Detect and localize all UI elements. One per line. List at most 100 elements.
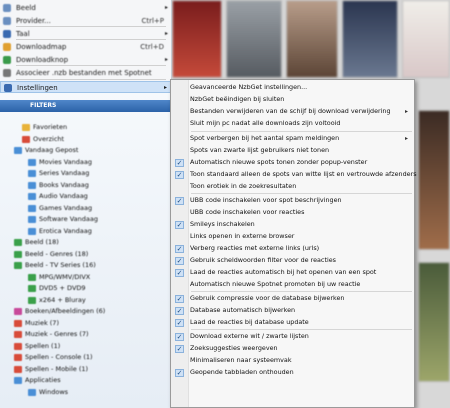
settings-menu-item[interactable]: ✓ Gebruik compressie voor de database bij… [171,293,414,305]
checkmark-icon: ✓ [175,244,184,253]
main-menu-item[interactable]: Downloadmap Ctrl+D [0,41,172,53]
filter-icon [28,170,36,177]
settings-menu-item[interactable]: ✓ UBB code inschakelen voor spot beschrij… [171,195,414,207]
filter-tree-item[interactable]: Erotica Vandaag [0,226,172,238]
filter-tree-item[interactable]: Muziek (7) [0,318,172,330]
settings-menu-item-label: UBB code inschakelen voor reacties [190,208,305,216]
main-menu-item[interactable]: Beeld ▸ [0,2,172,14]
filter-icon [14,342,22,350]
spot-thumbnail[interactable] [226,0,282,78]
settings-menu-item[interactable]: ✓ Verberg reacties met externe links (url… [171,243,414,255]
menu-item-icon [3,43,11,51]
filter-tree-item[interactable]: Beeld (18) [0,237,172,249]
filter-tree-item-label: Games Vandaag [39,203,93,212]
filter-tree-item-label: Muziek (7) [25,318,59,327]
menu-item-icon [3,56,11,64]
filter-icon [14,239,22,246]
main-menu: Beeld ▸ Provider... Ctrl+P Taal ▸ Downloadmap C… [0,0,172,93]
settings-menu-item-label: Gebruik scheldwoorden filter voor de rea… [190,256,336,264]
filter-tree-item[interactable]: Spellen - Mobile (1) [0,364,172,376]
settings-menu-item[interactable]: ✓ Geopende tabbladen onthouden [171,367,414,379]
settings-menu-item[interactable]: UBB code inschakelen voor reacties [171,207,414,219]
filter-tree-item-label: Boeken/Afbeeldingen (6) [25,307,106,315]
settings-menu-item[interactable]: NzbGet beëindigen bij sluiten [171,94,414,106]
settings-menu-item-label: Smileys inschakelen [190,220,255,228]
spot-thumbnail[interactable] [418,110,450,250]
filter-tree-item[interactable]: Audio Vandaag [0,191,172,203]
filter-tree-item[interactable]: Series Vandaag [0,168,172,180]
menu-separator [191,193,412,194]
filter-icon [14,319,22,327]
settings-menu-item[interactable]: Minimaliseren naar systeemvak [171,355,414,367]
filter-tree-item[interactable]: Spellen - Console (1) [0,352,172,364]
settings-menu-item[interactable]: Geavanceerde NzbGet instellingen... [171,82,414,94]
filter-tree-item-label: Favorieten [33,123,68,131]
checkmark-icon: ✓ [175,306,184,315]
settings-menu-item[interactable]: ✓ Automatisch nieuwe spots tonen zonder p… [171,157,414,169]
filter-tree-item[interactable]: Beeld - TV Series (16) [0,260,172,272]
filter-tree-item-label: Beeld - Genres (18) [25,249,89,258]
filter-tree-item[interactable]: Overzicht [0,134,172,146]
settings-menu-item[interactable]: ✓ Download externe wit / zwarte lijsten [171,331,414,343]
spot-thumbnail[interactable] [342,0,398,78]
filter-tree-item[interactable]: Vandaag Gepost [0,145,172,157]
settings-menu-item[interactable]: Links openen in externe browser [171,231,414,243]
settings-menu-item[interactable]: ✓ Database automatisch bijwerken [171,305,414,317]
main-menu-item-label: Instellingen [17,84,58,92]
menu-item-icon [3,4,11,12]
spot-thumbnail[interactable] [418,262,450,382]
filter-tree-item[interactable]: Spellen (1) [0,341,172,353]
filter-icon [14,308,22,315]
spot-thumbnail[interactable] [172,0,222,78]
filter-tree-item[interactable]: Software Vandaag [0,214,172,226]
main-menu-item[interactable]: Instellingen ▸ [0,81,172,93]
settings-menu-item[interactable]: ✓ Smileys inschakelen [171,219,414,231]
spot-thumbnail[interactable] [402,0,450,78]
filter-tree-item[interactable]: Books Vandaag [0,180,172,192]
filter-icon [14,377,22,384]
settings-menu-item-label: Geopende tabbladen onthouden [190,368,294,376]
settings-menu-item[interactable]: ✓ Laad de reacties bij database update [171,317,414,329]
settings-menu-item[interactable]: ✓ Toon standaard alleen de spots van witt… [171,169,417,181]
checkmark-icon: ✓ [175,332,184,341]
checkmark-icon: ✓ [175,256,184,265]
app-window: FILTERS Favorieten Overzicht Vandaag Gepos… [0,0,450,408]
filter-tree-item[interactable]: Windows [0,387,172,399]
filter-tree-item[interactable]: Movies Vandaag [0,157,172,169]
filter-tree-item[interactable]: Applicaties [0,375,172,387]
filter-tree-item[interactable]: MPG/WMV/DIVX [0,272,172,284]
settings-menu-item[interactable]: Bestanden verwijderen van de schijf bij … [171,106,414,118]
menu-item-icon [3,30,11,38]
settings-menu-item-label: Download externe wit / zwarte lijsten [190,332,309,340]
settings-menu-item[interactable]: ✓ Laad de reacties automatisch bij het op… [171,267,414,279]
settings-menu-item[interactable]: Spot verbergen bij het aantal spam meldi… [171,133,414,145]
filter-icon [28,388,36,396]
filter-tree-item[interactable]: Games Vandaag [0,203,172,215]
settings-menu-item[interactable]: ✓ Zoeksuggesties weergeven [171,343,414,355]
settings-menu-item-label: Toon erotiek in de zoekresultaten [190,182,297,190]
settings-menu-item[interactable]: ✓ Gebruik scheldwoorden filter voor de re… [171,255,414,267]
filter-tree-item[interactable]: Favorieten [0,122,172,134]
filter-tree-item-label: Beeld (18) [25,238,59,246]
filter-icon [28,181,36,189]
menu-item-icon [4,84,12,92]
settings-menu-item[interactable]: Sluit mijn pc nadat alle downloads zijn … [171,118,414,130]
filter-tree-item[interactable]: x264 + Bluray [0,295,172,307]
filter-tree-item[interactable]: Beeld - Genres (18) [0,249,172,261]
filter-icon [28,227,36,235]
spot-thumbnail[interactable] [286,0,338,78]
settings-menu-item-label: Toon standaard alleen de spots van witte… [190,170,417,178]
settings-menu-item[interactable]: Automatisch nieuwe Spotnet promoten bij … [171,279,414,291]
main-menu-item[interactable]: Associeer .nzb bestanden met Spotnet [0,67,172,79]
filter-tree-item-label: Spellen - Mobile (1) [25,364,89,373]
filter-icon [28,273,36,281]
instellingen-submenu: Geavanceerde NzbGet instellingen... NzbGe… [170,79,417,408]
settings-menu-item[interactable]: Spots van zwarte lijst gebruikers niet t… [171,145,414,157]
settings-menu-item-label: Database automatisch bijwerken [190,306,296,314]
filter-tree-item[interactable]: Muziek - Genres (7) [0,329,172,341]
filter-tree-item[interactable]: Boeken/Afbeeldingen (6) [0,306,172,318]
settings-menu-item[interactable]: Toon erotiek in de zoekresultaten [171,181,414,193]
filter-tree-item[interactable]: DVD5 + DVD9 [0,283,172,295]
checkmark-icon: ✓ [175,158,184,167]
filter-icon [14,147,22,154]
